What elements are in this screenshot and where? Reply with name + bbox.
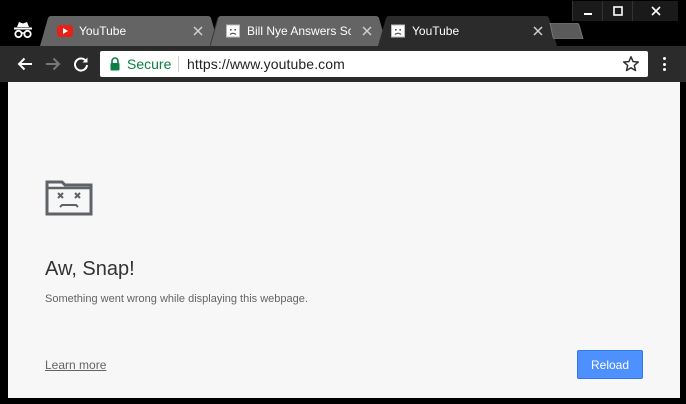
close-icon	[650, 6, 661, 16]
reload-page-button[interactable]	[71, 54, 91, 74]
back-arrow-icon	[17, 57, 32, 71]
menu-dot-icon	[662, 68, 666, 71]
secure-label: Secure	[127, 56, 172, 72]
maximize-icon	[612, 6, 623, 16]
refresh-icon	[74, 57, 88, 72]
lock-icon	[110, 57, 120, 71]
omnibox-divider	[178, 56, 179, 72]
tab-strip: YouTube Bill Nye Answers Sc YouTube	[0, 16, 686, 46]
error-message: Something went wrong while displaying th…	[45, 293, 308, 305]
browser-toolbar: Secure https://www.youtube.com	[0, 46, 686, 82]
tab-youtube-1[interactable]: YouTube	[40, 16, 222, 46]
browser-menu-button[interactable]	[656, 55, 672, 73]
new-tab-button[interactable]	[548, 23, 584, 39]
youtube-icon	[57, 25, 73, 37]
tab-title: YouTube	[412, 24, 460, 38]
sad-page-icon	[226, 24, 240, 38]
tab-bill-nye[interactable]: Bill Nye Answers Sc	[210, 16, 390, 46]
sad-page-icon	[391, 24, 405, 38]
menu-dot-icon	[662, 62, 666, 66]
bookmark-star-icon[interactable]	[622, 55, 640, 73]
menu-dot-icon	[662, 57, 666, 60]
close-tab-icon[interactable]	[192, 25, 204, 37]
url-text[interactable]: https://www.youtube.com	[187, 56, 345, 72]
tab-title: Bill Nye Answers Sc	[247, 24, 351, 38]
error-heading: Aw, Snap!	[45, 258, 135, 280]
address-bar[interactable]: Secure https://www.youtube.com	[100, 51, 648, 77]
minimize-icon	[583, 13, 592, 15]
forward-button[interactable]	[43, 54, 63, 74]
close-tab-icon[interactable]	[361, 25, 373, 37]
window-frame-bottom	[0, 398, 686, 404]
learn-more-link[interactable]: Learn more	[45, 358, 106, 372]
error-page: Aw, Snap! Something went wrong while dis…	[8, 82, 680, 404]
tab-youtube-active[interactable]: YouTube	[378, 16, 560, 46]
tab-title: YouTube	[79, 24, 127, 38]
close-tab-icon[interactable]	[532, 25, 544, 37]
back-button[interactable]	[15, 54, 35, 74]
sad-tab-icon	[45, 180, 93, 216]
reload-button[interactable]: Reload	[577, 350, 643, 379]
forward-arrow-icon	[46, 57, 61, 71]
